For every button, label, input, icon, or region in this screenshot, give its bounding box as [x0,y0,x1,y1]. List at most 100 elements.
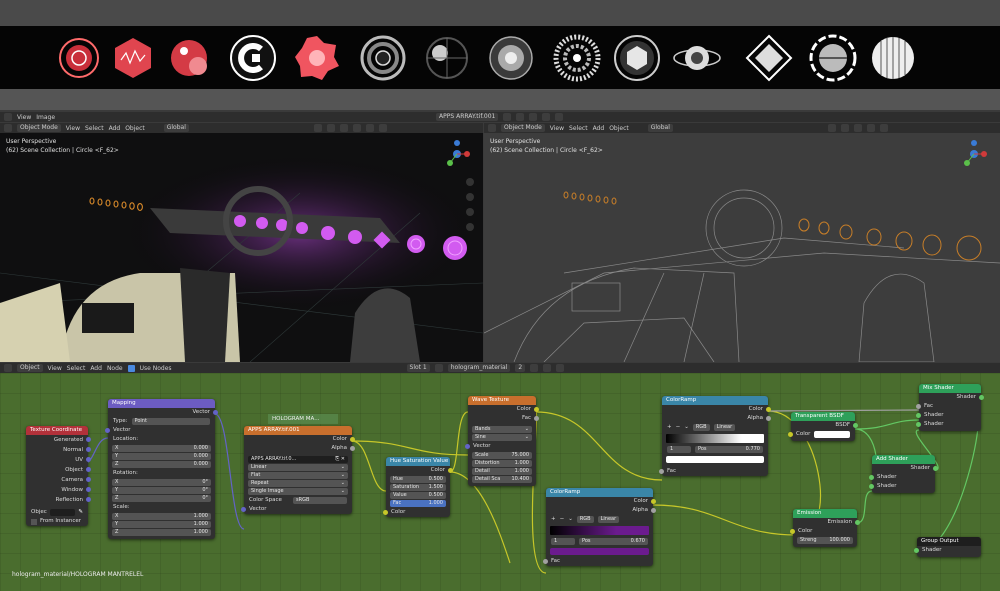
shading-rendered-icon[interactable] [378,124,387,132]
node-image-texture[interactable]: APPS ARRAY.tif.001 Color Alpha APPS ARRA… [241,426,355,514]
shader-type-dropdown[interactable]: Object [17,364,43,372]
detail-scale-field[interactable]: Detail Sca 10.400 [472,476,532,483]
editor-type-icon[interactable] [4,113,12,121]
slot-dropdown[interactable]: Slot 1 [406,364,430,372]
hue-field[interactable]: Hue 0.500 [390,476,446,483]
node-title[interactable]: ColorRamp [662,396,768,405]
node-group-output[interactable]: Group Output Shader [914,537,981,557]
node-mapping[interactable]: Mapping Vector Type: Point Vector Locatio… [105,399,218,539]
node-transparent-bsdf[interactable]: Transparent BSDF BSDF Color [788,412,858,441]
node-texture-coordinate[interactable]: Texture Coordinate Generated Normal UV O… [26,426,91,526]
copy-icon[interactable] [530,364,539,372]
editor-type-icon[interactable] [4,364,12,372]
axis-gizmo-icon[interactable] [959,139,989,169]
output-shader[interactable]: Shader [872,464,938,473]
axis-gizmo-icon[interactable] [442,139,472,169]
rotation-x[interactable]: X 0° [112,479,211,486]
type-row[interactable]: Type: Point [108,417,215,426]
wave-type-dropdown[interactable]: Bands ⌄ [472,426,532,433]
input-color[interactable]: Color [383,508,450,517]
output-color[interactable]: Color [386,466,453,475]
stop-color-swatch[interactable] [666,456,764,463]
image-selector[interactable]: APPS ARRAY.tif.0... ⎘ ✕ [248,456,348,463]
input-color[interactable]: Color [790,527,857,536]
input-vector[interactable]: Vector [465,442,536,451]
node-title[interactable]: Mix Shader [919,384,981,393]
folder-icon[interactable] [529,113,538,121]
from-instancer-checkbox[interactable]: From Instancer [26,517,88,526]
use-nodes-checkbox[interactable] [127,364,135,372]
ramp-stop-row[interactable]: 1 Pos 0.670 [546,537,653,546]
node-title[interactable]: Wave Texture [468,396,536,405]
node-emission[interactable]: Emission Emission Color Streng 100.000 [790,509,860,547]
output-reflection[interactable]: Reflection [26,495,91,505]
xray-icon[interactable] [352,124,361,132]
output-color[interactable]: Color [468,405,539,414]
node-editor[interactable]: Texture Coordinate Generated Normal UV O… [0,373,1000,591]
ramp-controls[interactable]: + − ⌄ RGB Linear [546,515,653,524]
color-space-row[interactable]: Color Space sRGB [244,496,352,505]
fac-field[interactable]: Fac 1.000 [390,500,446,507]
menu-add[interactable]: Add [109,125,121,132]
output-alpha[interactable]: Alpha [662,414,771,423]
shading-material-icon[interactable] [879,124,888,132]
output-generated[interactable]: Generated [26,435,91,445]
output-bsdf[interactable]: BSDF [791,421,858,430]
projection-dropdown[interactable]: Flat ⌄ [248,472,348,479]
wireframe-icon[interactable] [853,124,862,132]
menu-add[interactable]: Add [593,125,605,132]
rotation-z[interactable]: Z 0° [112,495,211,502]
output-object[interactable]: Object [26,465,91,475]
input-fac[interactable]: Fac [916,402,981,411]
output-vector[interactable]: Vector [108,408,218,417]
color-ramp-bar[interactable] [550,526,649,535]
scale-y[interactable]: Y 1.000 [112,521,211,528]
location-y[interactable]: Y 0.000 [112,453,211,460]
node-hue-saturation-value[interactable]: Hue Saturation Value Color Hue 0.500 Satu… [383,457,453,517]
output-alpha[interactable]: Alpha [546,506,656,515]
output-shader[interactable]: Shader [919,393,984,402]
output-color[interactable]: Color [546,497,656,506]
output-normal[interactable]: Normal [26,445,91,455]
copy-icon[interactable] [516,113,525,121]
gizmo-icon[interactable] [840,124,849,132]
extension-dropdown[interactable]: Repeat ⌄ [248,480,348,487]
pin-icon[interactable] [556,364,565,372]
editor-type-icon[interactable] [4,124,12,132]
mode-dropdown[interactable]: Object Mode [17,124,61,132]
node-title[interactable]: Transparent BSDF [791,412,855,421]
menu-object[interactable]: Object [125,125,145,132]
image-name-field[interactable]: APPS ARRAY.tif.001 [436,113,499,121]
shield-icon[interactable] [503,113,512,121]
input-shader-2[interactable]: Shader [916,420,981,429]
menu-select[interactable]: Select [85,125,104,132]
editor-type-icon[interactable] [488,124,496,132]
menu-object[interactable]: Object [609,125,629,132]
input-vector[interactable]: Vector [105,426,215,435]
close-icon[interactable] [543,364,552,372]
node-title[interactable]: Add Shader [872,455,935,464]
menu-add[interactable]: Add [90,365,102,372]
node-title[interactable]: Texture Coordinate [26,426,88,435]
input-color[interactable]: Color [788,430,855,439]
menu-node[interactable]: Node [107,365,123,372]
overlay-icon[interactable] [339,124,348,132]
input-shader-1[interactable]: Shader [916,411,981,420]
location-z[interactable]: Z 0.000 [112,461,211,468]
object-field[interactable]: Objec ✎ [26,508,88,517]
pan-icon[interactable] [466,193,474,201]
gizmo-icon[interactable] [326,124,335,132]
input-shader[interactable]: Shader [914,546,981,555]
scale-field[interactable]: Scale 75.000 [472,452,532,459]
material-sphere-icon[interactable] [434,364,443,372]
menu-select[interactable]: Select [569,125,588,132]
node-colorramp-1[interactable]: ColorRamp Color Alpha + − ⌄ RGB Linear 1 Pos 0… [659,396,771,476]
node-title[interactable]: ColorRamp [546,488,653,497]
frame-label[interactable]: HOLOGRAM MA... [268,414,338,424]
grid-icon[interactable] [466,223,474,231]
node-colorramp-2[interactable]: ColorRamp Color Alpha + − ⌄ RGB Linear 1 Pos 0… [543,488,656,566]
saturation-field[interactable]: Saturation 1.500 [390,484,446,491]
node-wave-texture[interactable]: Wave Texture Color Fac Bands ⌄ Sine ⌄ Vect… [465,396,539,486]
viewport-rendered[interactable]: User Perspective (62) Scene Collection |… [0,133,483,362]
output-window[interactable]: Window [26,485,91,495]
